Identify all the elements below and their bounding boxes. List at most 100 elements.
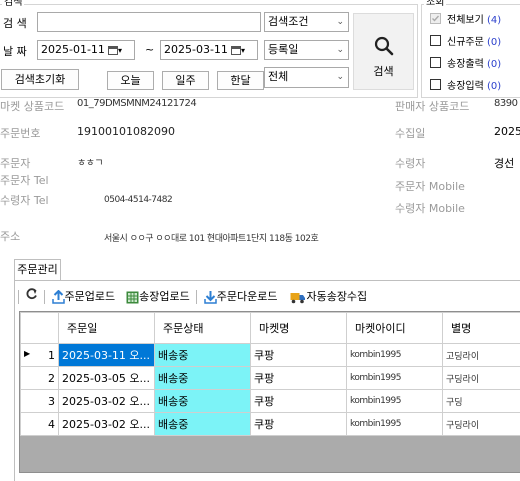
spreadsheet-icon: [126, 291, 139, 304]
date-tilde: ~: [145, 43, 154, 56]
tab-order-management[interactable]: 주문관리: [14, 259, 61, 280]
filter-checkbox-invoice-input[interactable]: [430, 79, 441, 90]
table-header-row: 주문일 주문상태 마켓명 마켓아이디 별명: [21, 313, 520, 344]
column-header-order-status[interactable]: 주문상태: [155, 313, 251, 344]
month-button[interactable]: 한달: [217, 71, 264, 90]
toolbar-separator: [44, 290, 45, 304]
order-no-value: 19100101082090: [77, 125, 175, 138]
chevron-down-icon: ⌄: [336, 68, 344, 86]
cell-order-status[interactable]: 배송중: [155, 344, 251, 367]
cell-market-name[interactable]: 쿠팡: [251, 413, 347, 436]
table-row[interactable]: 2 2025-03-05 오... 배송중 쿠팡 kombin1995 구딩라이: [21, 367, 520, 390]
filter-checkbox-new-order[interactable]: [430, 35, 441, 46]
search-condition-value: 검색조건: [268, 15, 308, 28]
filter-checkbox-all[interactable]: [430, 13, 441, 24]
column-header-order-date[interactable]: 주문일: [59, 313, 155, 344]
chevron-down-icon: ▾: [118, 46, 122, 55]
auto-invoice-button[interactable]: 자동송장수집: [290, 290, 367, 303]
filter-label-invoice-input[interactable]: 송장입력 (0): [447, 77, 501, 92]
cell-market-name[interactable]: 쿠팡: [251, 367, 347, 390]
search-group-title: 검색: [2, 0, 24, 8]
cell-alias[interactable]: 구딩라이: [443, 413, 520, 436]
cell-order-date[interactable]: 2025-03-05 오...: [59, 367, 155, 390]
seller-product-code-label: 판매자 상품코드: [395, 98, 469, 114]
receiver-label: 수령자: [395, 155, 425, 171]
row-header[interactable]: 4: [21, 413, 59, 436]
filter-label-invoice-print[interactable]: 송장출력 (0): [447, 55, 501, 70]
calendar-icon: [108, 46, 118, 55]
column-header-rownum: [21, 313, 59, 344]
table-row[interactable]: 3 2025-03-02 오... 배송중 쿠팡 kombin1995 구딩: [21, 390, 520, 413]
address-label: 주소: [0, 228, 20, 244]
filter-group-title: 조회: [424, 0, 446, 8]
row-header[interactable]: 3: [21, 390, 59, 413]
table-row[interactable]: ▶1 2025-03-11 오... 배송중 쿠팡 kombin1995 고딩라…: [21, 344, 520, 367]
column-header-alias[interactable]: 별명: [443, 313, 520, 344]
orderer-tel-label: 주문자 Tel: [0, 172, 49, 188]
cell-order-status[interactable]: 배송중: [155, 390, 251, 413]
collect-date-value: 2025: [494, 125, 520, 138]
search-condition-select[interactable]: 검색조건 ⌄: [264, 12, 349, 32]
row-header[interactable]: ▶1: [21, 344, 59, 367]
product-code-value: 01_79DMSMNM24121724: [77, 98, 196, 109]
calendar-icon: [231, 46, 241, 55]
receiver-tel-label: 수령자 Tel: [0, 192, 49, 208]
cell-alias[interactable]: 고딩라이: [443, 344, 520, 367]
column-header-market-name[interactable]: 마켓명: [251, 313, 347, 344]
status-select-value: 전체: [268, 70, 288, 83]
auto-invoice-label: 자동송장수집: [306, 290, 367, 303]
collect-date-label: 수집일: [395, 125, 425, 141]
upload-order-button[interactable]: 주문업로드: [52, 290, 119, 303]
product-code-label: 마켓 상품코드: [0, 98, 64, 114]
refresh-button[interactable]: [26, 287, 38, 307]
search-input[interactable]: [37, 12, 261, 32]
cell-alias[interactable]: 구딩라이: [443, 367, 520, 390]
cell-market-name[interactable]: 쿠팡: [251, 390, 347, 413]
toolbar-grip: [18, 290, 19, 304]
receiver-tel-value: 0504-4514-7482: [104, 195, 172, 205]
table-row[interactable]: 4 2025-03-02 오... 배송중 쿠팡 kombin1995 구딩라이: [21, 413, 520, 436]
date-from-value: 2025-01-11: [41, 43, 105, 56]
cell-order-date[interactable]: 2025-03-02 오...: [59, 413, 155, 436]
filter-label-all[interactable]: 전체보기 (4): [447, 11, 501, 26]
upload-icon: [52, 290, 65, 304]
date-label: 날 짜: [3, 43, 27, 59]
reset-search-button[interactable]: 검색초기화: [1, 69, 79, 90]
search-button[interactable]: 검색: [353, 13, 414, 90]
cell-market-id[interactable]: kombin1995: [347, 344, 443, 367]
cell-market-id[interactable]: kombin1995: [347, 390, 443, 413]
receiver-mobile-label: 수령자 Mobile: [395, 200, 465, 216]
status-select[interactable]: 전체 ⌄: [264, 67, 349, 88]
date-to-value: 2025-03-11: [164, 43, 228, 56]
cell-market-id[interactable]: kombin1995: [347, 367, 443, 390]
today-button[interactable]: 오늘: [107, 71, 154, 90]
filter-label-new-order[interactable]: 신규주문 (0): [447, 33, 501, 48]
toolbar: 주문업로드 송장업로드 주문다운로드 자동송장수집: [18, 287, 518, 307]
upload-invoice-button[interactable]: 송장업로드: [126, 290, 193, 303]
column-header-market-id[interactable]: 마켓아이디: [347, 313, 443, 344]
row-header[interactable]: 2: [21, 367, 59, 390]
filter-checkbox-invoice-print[interactable]: [430, 57, 441, 68]
download-order-button[interactable]: 주문다운로드: [204, 290, 281, 303]
cell-market-name[interactable]: 쿠팡: [251, 344, 347, 367]
date-type-value: 등록일: [268, 43, 298, 56]
search-button-label: 검색: [354, 63, 413, 79]
order-table: 주문일 주문상태 마켓명 마켓아이디 별명 ▶1 2025-03-11 오...…: [20, 312, 520, 436]
date-from-picker[interactable]: 2025-01-11 ▾: [37, 40, 135, 60]
cell-order-date[interactable]: 2025-03-11 오...: [59, 344, 155, 367]
cell-order-status[interactable]: 배송중: [155, 367, 251, 390]
check-icon: [431, 14, 440, 23]
upload-invoice-label: 송장업로드: [139, 290, 190, 303]
cell-alias[interactable]: 구딩: [443, 390, 520, 413]
orderer-mobile-label: 주문자 Mobile: [395, 178, 465, 194]
upload-order-label: 주문업로드: [65, 290, 116, 303]
cell-order-date[interactable]: 2025-03-02 오...: [59, 390, 155, 413]
date-to-picker[interactable]: 2025-03-11▾: [160, 40, 258, 60]
orderer-label: 주문자: [0, 155, 30, 171]
cell-market-id[interactable]: kombin1995: [347, 413, 443, 436]
date-type-select[interactable]: 등록일 ⌄: [264, 40, 349, 60]
cell-order-status[interactable]: 배송중: [155, 413, 251, 436]
seller-product-code-value: 8390: [494, 98, 517, 109]
address-value: 서울시 ㅇㅇ구 ㅇㅇ대로 101 현대아파트1단지 118동 102호: [104, 231, 318, 244]
week-button[interactable]: 일주: [162, 71, 209, 90]
